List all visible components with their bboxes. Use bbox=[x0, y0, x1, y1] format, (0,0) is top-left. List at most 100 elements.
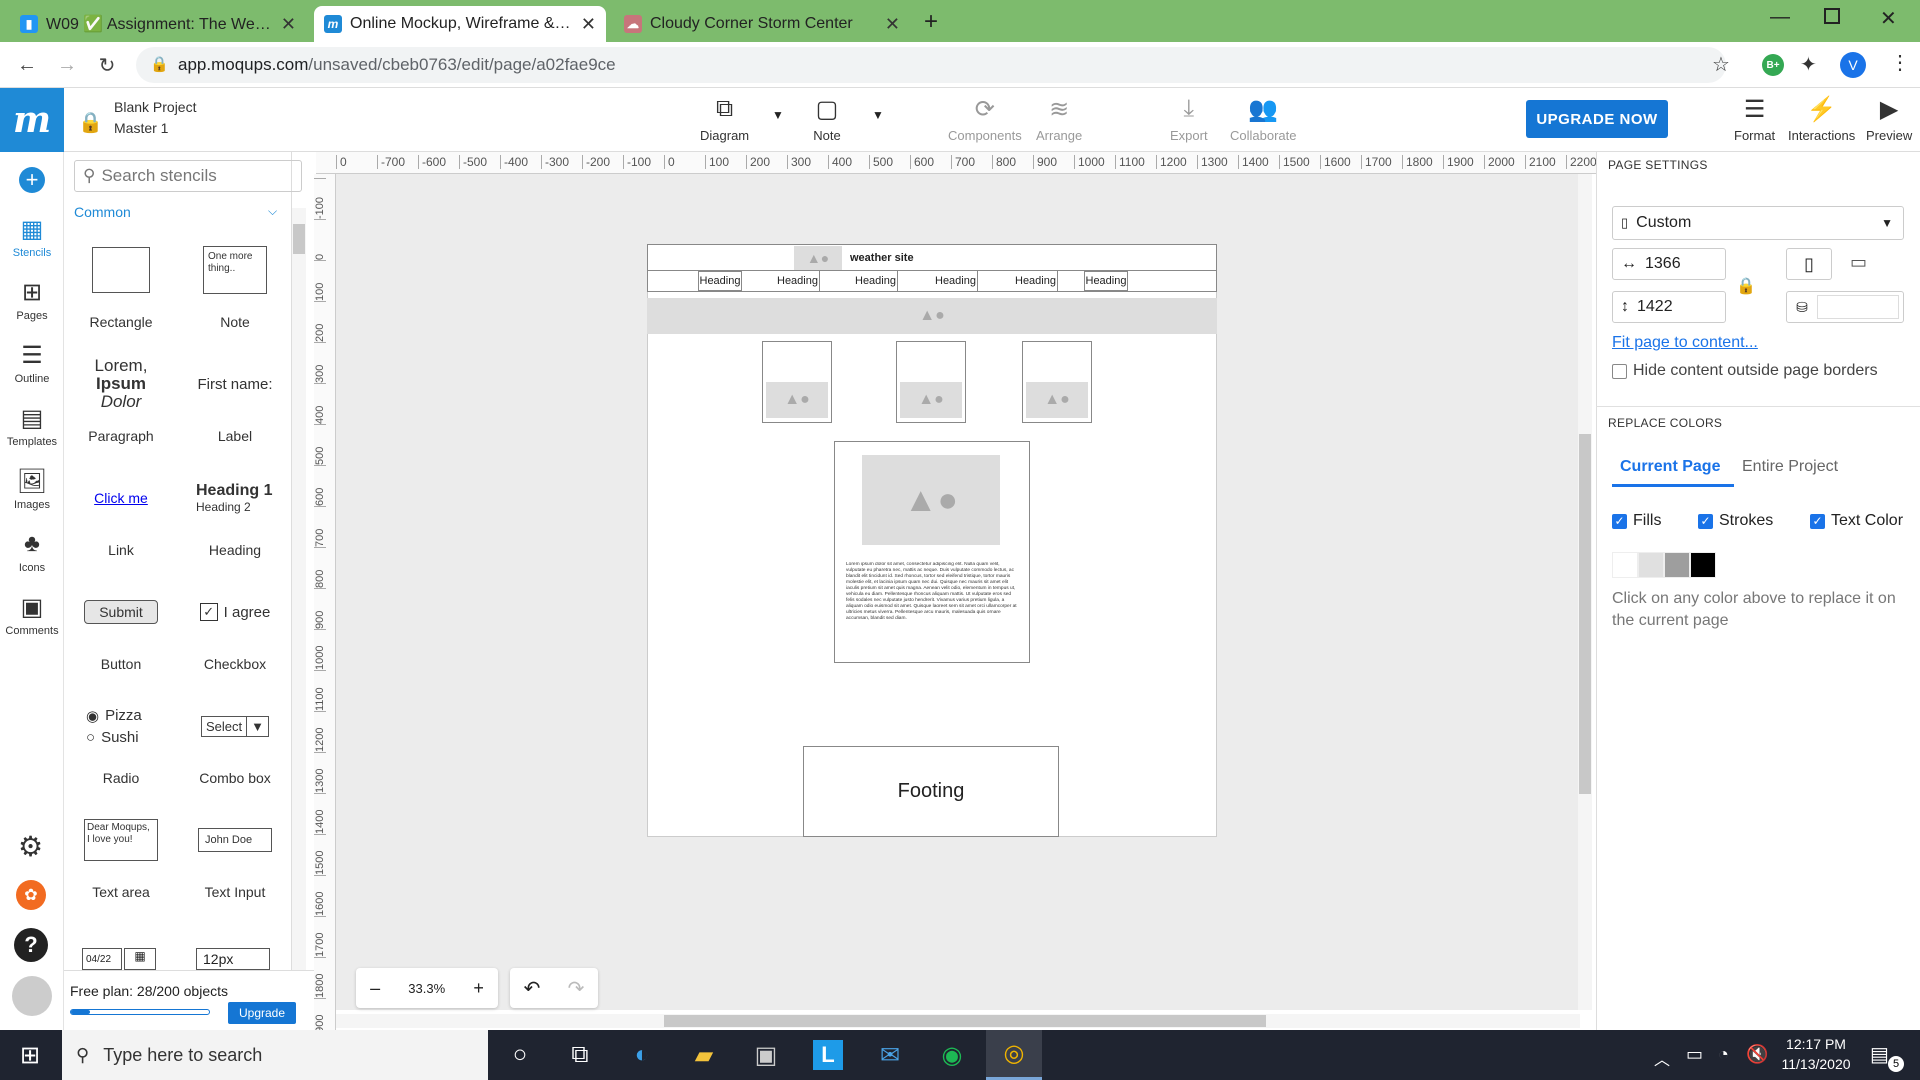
lorem-paragraph[interactable]: Lorem ipsum dolor sit amet, consectetur … bbox=[846, 562, 1018, 654]
text-color-checkbox[interactable]: ✓ Text Color bbox=[1810, 512, 1903, 530]
stencil-rectangle[interactable]: Rectangle bbox=[64, 226, 178, 340]
stencil-radio[interactable]: ◉ Pizza ○ Sushi Radio bbox=[64, 682, 178, 796]
l-app-icon[interactable]: L bbox=[800, 1030, 856, 1080]
back-icon[interactable]: ← bbox=[12, 50, 42, 80]
bookmark-star-icon[interactable]: ☆ bbox=[1712, 52, 1730, 77]
mail-icon[interactable]: ✉ bbox=[862, 1030, 918, 1080]
browser-tab-cloudy[interactable]: ☁ Cloudy Corner Storm Center ✕ bbox=[614, 6, 910, 42]
banner-image-placeholder[interactable]: ▲● bbox=[647, 298, 1217, 334]
chevron-down-icon[interactable]: ⌵ bbox=[268, 204, 277, 219]
rail-icons[interactable]: ♣ Icons bbox=[0, 529, 64, 574]
reload-icon[interactable]: ↻ bbox=[92, 50, 122, 80]
note-button[interactable]: ▢ Note bbox=[812, 94, 842, 144]
cortana-icon[interactable]: ○ bbox=[492, 1030, 548, 1080]
zoom-in-button[interactable]: + bbox=[473, 978, 484, 999]
zoom-level[interactable]: 33.3% bbox=[408, 981, 445, 996]
moqups-logo[interactable]: m bbox=[0, 88, 64, 152]
format-button[interactable]: ☰ Format bbox=[1734, 94, 1775, 144]
browser-menu-icon[interactable]: ⋮ bbox=[1890, 50, 1910, 75]
close-window-icon[interactable]: ✕ bbox=[1880, 6, 1897, 31]
extensions-puzzle-icon[interactable]: ✦ bbox=[1800, 52, 1817, 77]
stencil-heading[interactable]: Heading 1 Heading 2 Heading bbox=[178, 454, 292, 568]
notifications-icon[interactable]: ▤ bbox=[1870, 1042, 1889, 1067]
wifi-icon[interactable]: ◔ bbox=[1718, 1044, 1729, 1065]
nav-heading[interactable]: Heading bbox=[776, 271, 820, 291]
arrange-button[interactable]: ≋ Arrange bbox=[1036, 94, 1082, 144]
task-view-icon[interactable]: ⧉ bbox=[552, 1030, 608, 1080]
project-title[interactable]: Blank Project bbox=[114, 99, 196, 115]
color-swatch[interactable] bbox=[1690, 552, 1716, 578]
card-image-frame[interactable]: ▲● bbox=[1022, 341, 1092, 423]
rail-stencils[interactable]: ▦ Stencils bbox=[0, 214, 64, 260]
page-fill-color[interactable]: ⛁ bbox=[1786, 291, 1904, 323]
fit-page-link[interactable]: Fit page to content... bbox=[1612, 334, 1758, 352]
preview-button[interactable]: ▶ Preview bbox=[1866, 94, 1912, 144]
minimize-icon[interactable]: — bbox=[1770, 6, 1790, 29]
new-tab-button[interactable]: + bbox=[924, 8, 938, 36]
chrome-icon[interactable]: ◎ bbox=[986, 1030, 1042, 1080]
diagram-dropdown-icon[interactable]: ▼ bbox=[772, 108, 784, 122]
gift-icon[interactable]: ✿ bbox=[16, 880, 46, 910]
extension-icon[interactable]: B+ bbox=[1762, 54, 1784, 76]
header-image-placeholder[interactable]: ▲● bbox=[794, 246, 842, 270]
stencil-category[interactable]: Common bbox=[74, 204, 131, 220]
card-image-frame[interactable]: ▲● bbox=[896, 341, 966, 423]
taskbar-search[interactable]: ⚲ Type here to search bbox=[62, 1030, 488, 1080]
nav-heading[interactable]: Heading bbox=[854, 271, 898, 291]
store-icon[interactable]: ▣ bbox=[738, 1030, 794, 1080]
export-button[interactable]: ⤓ Export bbox=[1170, 94, 1208, 143]
nav-heading[interactable]: Heading bbox=[934, 271, 978, 291]
tab-current-page[interactable]: Current Page bbox=[1620, 458, 1720, 476]
collaborate-button[interactable]: 👥 Collaborate bbox=[1230, 94, 1297, 144]
tray-chevron-icon[interactable]: ︿ bbox=[1654, 1046, 1670, 1070]
page-title[interactable]: Master 1 bbox=[114, 120, 168, 136]
nav-heading[interactable]: Heading bbox=[1084, 271, 1128, 291]
landscape-icon[interactable]: ▭ bbox=[1850, 252, 1867, 273]
interactions-button[interactable]: ⚡ Interactions bbox=[1788, 94, 1855, 144]
tab-entire-project[interactable]: Entire Project bbox=[1742, 458, 1838, 476]
page-height-input[interactable]: ↕ 1422 bbox=[1612, 291, 1726, 323]
color-swatch[interactable] bbox=[1638, 552, 1664, 578]
rail-outline[interactable]: ☰ Outline bbox=[0, 340, 64, 386]
hide-outside-checkbox[interactable]: Hide content outside page borders bbox=[1612, 362, 1878, 380]
fills-checkbox[interactable]: ✓ Fills bbox=[1612, 512, 1661, 530]
nav-heading[interactable]: Heading bbox=[698, 271, 742, 291]
stencil-combo-box[interactable]: Select ▼ Combo box bbox=[178, 682, 292, 796]
browser-tab-assignment[interactable]: ▮ W09 ✅ Assignment: The Weath ✕ bbox=[10, 6, 306, 42]
strokes-checkbox[interactable]: ✓ Strokes bbox=[1698, 512, 1773, 530]
content-image-placeholder[interactable]: ▲● bbox=[862, 455, 1000, 545]
stencil-note[interactable]: One more thing.. Note bbox=[178, 226, 292, 340]
page-width-input[interactable]: ↔ 1366 bbox=[1612, 248, 1726, 280]
taskbar-clock[interactable]: 12:17 PM 11/13/2020 bbox=[1776, 1036, 1856, 1072]
stencil-label-item[interactable]: First name: Label bbox=[178, 340, 292, 454]
restore-icon[interactable] bbox=[1824, 8, 1840, 24]
page-preset-select[interactable]: ▯ Custom ▼ bbox=[1612, 206, 1904, 240]
url-bar[interactable]: 🔒 app.moqups.com/unsaved/cbeb0763/edit/p… bbox=[136, 47, 1726, 83]
rail-comments[interactable]: ▣ Comments bbox=[0, 592, 64, 638]
mockup-site-title[interactable]: weather site bbox=[850, 252, 914, 264]
edge-icon[interactable]: ◐ bbox=[614, 1030, 670, 1080]
diagram-button[interactable]: ⧉ Diagram bbox=[700, 94, 749, 143]
close-icon[interactable]: ✕ bbox=[885, 14, 900, 35]
windows-start-icon[interactable]: ⊞ bbox=[2, 1030, 58, 1080]
stencils-scrollbar[interactable] bbox=[292, 208, 306, 970]
mockup-footer[interactable]: Footing bbox=[803, 746, 1059, 837]
battery-icon[interactable]: ▭ bbox=[1686, 1044, 1703, 1065]
note-dropdown-icon[interactable]: ▼ bbox=[872, 108, 884, 122]
volume-muted-icon[interactable]: 🔇 bbox=[1746, 1044, 1768, 1065]
profile-avatar[interactable]: V bbox=[1840, 52, 1866, 78]
components-button[interactable]: ⟳ Components bbox=[948, 94, 1022, 144]
color-swatch[interactable] bbox=[1612, 552, 1638, 578]
lock-ratio-icon[interactable]: 🔒 bbox=[1736, 276, 1756, 296]
spotify-icon[interactable]: ◉ bbox=[924, 1030, 980, 1080]
upgrade-button[interactable]: Upgrade bbox=[228, 1002, 296, 1024]
nav-heading[interactable]: Heading bbox=[1014, 271, 1058, 291]
rail-images[interactable]: 🖼 Images bbox=[0, 466, 64, 512]
file-explorer-icon[interactable]: ▰ bbox=[676, 1030, 732, 1080]
search-stencils-input[interactable]: ⚲ Search stencils bbox=[74, 160, 302, 192]
close-icon[interactable]: ✕ bbox=[281, 14, 296, 35]
forward-icon[interactable]: → bbox=[52, 50, 82, 80]
close-icon[interactable]: ✕ bbox=[581, 14, 596, 35]
color-swatch[interactable] bbox=[1664, 552, 1690, 578]
portrait-icon[interactable]: ▯ bbox=[1786, 248, 1832, 280]
